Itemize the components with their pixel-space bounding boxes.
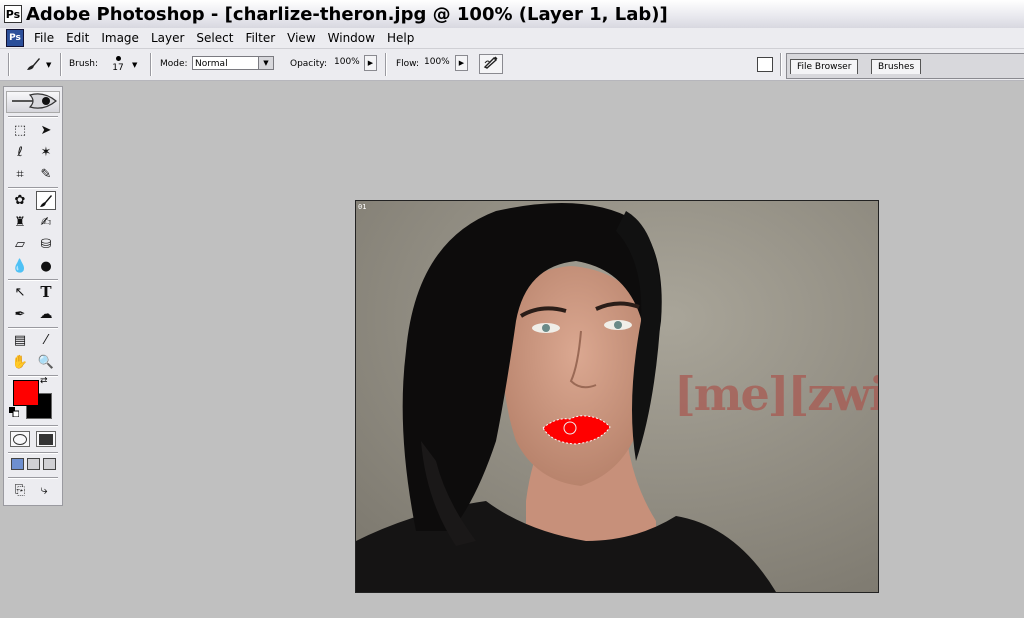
separator — [8, 452, 58, 454]
paint-bucket-tool[interactable]: ⛁ — [36, 235, 56, 254]
separator — [8, 477, 58, 479]
mode-label: Mode: — [160, 59, 188, 69]
zoom-tool[interactable]: 🔍 — [36, 353, 56, 372]
chevron-down-icon[interactable]: ▼ — [258, 57, 273, 69]
brush-label: Brush: — [69, 59, 99, 69]
menu-file[interactable]: File — [28, 31, 60, 45]
tab-brushes[interactable]: Brushes — [871, 59, 922, 74]
menu-bar: Ps File Edit Image Layer Select Filter V… — [0, 28, 1024, 49]
document-icon[interactable]: Ps — [6, 29, 24, 47]
marquee-tool[interactable]: ⬚ — [10, 121, 30, 140]
airbrush-icon — [483, 56, 498, 69]
title-bar: Ps Adobe Photoshop - [charlize-theron.jp… — [0, 0, 1024, 29]
mode-select[interactable]: Normal ▼ — [192, 56, 274, 70]
full-screen-menu-mode-button[interactable] — [27, 458, 40, 470]
crop-tool[interactable]: ⌗ — [10, 165, 30, 184]
separator — [60, 53, 62, 76]
pen-tool[interactable]: ✒ — [10, 305, 30, 324]
full-screen-mode-button[interactable] — [43, 458, 56, 470]
separator — [8, 279, 58, 281]
menu-select[interactable]: Select — [190, 31, 239, 45]
toggle-palettes-icon[interactable] — [757, 57, 773, 72]
menu-image[interactable]: Image — [95, 31, 145, 45]
eraser-tool[interactable]: ▱ — [10, 235, 30, 254]
airbrush-button[interactable] — [479, 54, 503, 74]
hand-tool[interactable]: ✋ — [10, 353, 30, 372]
brush-tool-preset-icon[interactable] — [24, 55, 42, 73]
edit-in-imageready-icon[interactable]: ⤷ — [34, 481, 54, 500]
menu-window[interactable]: Window — [322, 31, 381, 45]
opacity-label: Opacity: — [290, 59, 327, 69]
custom-shape-tool[interactable]: ☁ — [36, 305, 56, 324]
quick-mask-mode-button[interactable] — [36, 431, 56, 447]
document-canvas[interactable]: 01 [me][zw — [355, 200, 879, 593]
healing-brush-tool[interactable]: ✿ — [10, 191, 30, 210]
photoshop-icon[interactable]: Ps — [4, 5, 22, 23]
jump-to-imageready-icon[interactable]: ⎘ — [10, 481, 30, 500]
menu-layer[interactable]: Layer — [145, 31, 190, 45]
slice-tool[interactable]: ✎ — [36, 165, 56, 184]
standard-mode-button[interactable] — [10, 431, 30, 447]
separator — [8, 187, 58, 189]
standard-screen-mode-button[interactable] — [11, 458, 24, 470]
history-brush-tool[interactable]: ✍ — [36, 213, 56, 232]
eyedropper-tool[interactable]: ⁄ — [36, 331, 56, 350]
foreground-color-swatch[interactable] — [13, 380, 39, 406]
menu-edit[interactable]: Edit — [60, 31, 95, 45]
separator — [8, 327, 58, 329]
type-tool[interactable]: T — [36, 283, 56, 302]
flow-field[interactable]: 100% — [424, 57, 450, 67]
tab-file-browser[interactable]: File Browser — [790, 59, 859, 74]
separator — [8, 425, 58, 427]
separator — [8, 375, 58, 377]
toolbox: ⬚ ➤ ℓ ✶ ⌗ ✎ ✿ ♜ ✍ ▱ ⛁ 💧 ● ↖ T ✒ ☁ ▤ ⁄ ✋ … — [3, 86, 63, 506]
separator — [150, 53, 152, 76]
menu-view[interactable]: View — [281, 31, 321, 45]
preset-dropdown-icon[interactable]: ▼ — [46, 61, 51, 69]
magic-wand-tool[interactable]: ✶ — [36, 143, 56, 162]
path-selection-tool[interactable]: ↖ — [10, 283, 30, 302]
separator — [8, 116, 58, 118]
blur-tool[interactable]: 💧 — [10, 257, 30, 276]
default-colors-icon[interactable] — [9, 407, 19, 417]
flow-slider-button[interactable]: ▶ — [455, 55, 468, 71]
watermark: [me][zwis] — [674, 367, 878, 421]
grip[interactable] — [8, 53, 10, 76]
document-badge: 01 — [358, 203, 367, 211]
brush-picker[interactable]: 17 — [110, 54, 126, 76]
clone-stamp-tool[interactable]: ♜ — [10, 213, 30, 232]
swap-colors-icon[interactable]: ⇄ — [40, 376, 48, 386]
notes-tool[interactable]: ▤ — [10, 331, 30, 350]
mode-value: Normal — [195, 59, 228, 69]
opacity-slider-button[interactable]: ▶ — [364, 55, 377, 71]
move-tool[interactable]: ➤ — [36, 121, 56, 140]
eye-logo-icon — [12, 93, 57, 109]
brush-dropdown-icon[interactable]: ▼ — [132, 61, 137, 69]
lasso-tool[interactable]: ℓ — [10, 143, 30, 162]
menu-help[interactable]: Help — [381, 31, 420, 45]
menu-filter[interactable]: Filter — [239, 31, 281, 45]
separator — [780, 53, 782, 76]
separator — [385, 53, 387, 76]
brush-size: 17 — [112, 63, 124, 73]
opacity-field[interactable]: 100% — [334, 57, 360, 67]
dodge-tool[interactable]: ● — [36, 257, 56, 276]
brush-tool[interactable] — [36, 191, 56, 210]
flow-label: Flow: — [396, 59, 420, 69]
brush-tip-icon — [115, 56, 121, 61]
adobe-online-button[interactable] — [6, 91, 60, 113]
window-title: Adobe Photoshop - [charlize-theron.jpg @… — [26, 3, 668, 25]
